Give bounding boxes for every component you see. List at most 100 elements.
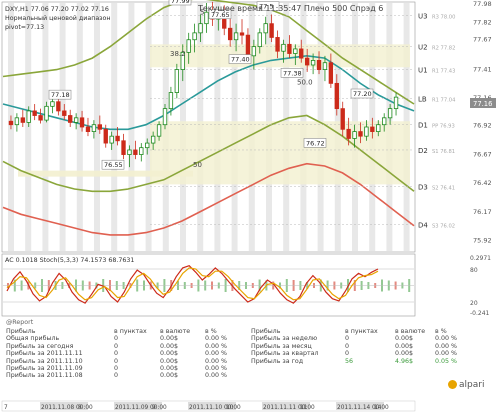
candle-body: [73, 117, 79, 123]
candle-body: [393, 96, 399, 110]
row-percent-right-year: 0.05 %: [435, 357, 458, 365]
candle-body: [334, 82, 339, 110]
osc-tick-label: -0.241: [470, 310, 490, 317]
session-stripe: [59, 3, 66, 251]
candle-body: [281, 43, 286, 52]
candle-body: [44, 105, 49, 121]
candle-body: [263, 23, 268, 34]
candle-body: [233, 32, 239, 41]
osc-tick-label: 0.2971: [470, 255, 491, 262]
level-name-D2: D2: [418, 147, 428, 155]
osc-tick-label: 20: [470, 300, 478, 307]
y-tick-label: 76.17: [473, 208, 492, 216]
level-name-U3: U3: [418, 13, 428, 21]
price-label: 77.99: [171, 0, 190, 5]
candle-body: [97, 124, 103, 130]
session-stripe: [25, 3, 32, 251]
pivot-label: pivot=77.13: [5, 24, 44, 31]
row-percent-right: 0.00 %: [435, 335, 458, 343]
candle-body: [79, 117, 85, 128]
price-label: 76.55: [104, 161, 123, 169]
candle-body: [26, 110, 31, 123]
y-tick-label: 77.98: [473, 0, 492, 8]
row-currency: 0.00$: [160, 364, 179, 372]
percent-header: в %: [205, 328, 217, 335]
row-points: 0: [114, 335, 119, 343]
row-currency: 0.00$: [160, 372, 179, 380]
candle-body: [139, 147, 144, 155]
level-price-D3: S2 76.41: [432, 186, 455, 192]
candle-body: [257, 32, 262, 48]
candle-body: [145, 142, 150, 149]
candle-body: [192, 32, 197, 41]
row-label-right: Прибыль за неделю: [251, 335, 318, 343]
candle-body: [275, 37, 280, 52]
row-points-right: 0: [345, 350, 350, 358]
level-price-U2: R2 77.82: [432, 46, 455, 52]
row-currency-right-year: 4.96$: [395, 357, 414, 365]
row-percent: 0.00 %: [205, 357, 228, 365]
level-name-D3: D3: [418, 184, 428, 192]
candle-body: [227, 27, 233, 41]
row-percent: 0.00 %: [205, 372, 228, 380]
candle-body: [68, 115, 73, 123]
candle-body: [346, 128, 351, 139]
row-label: Прибыль за 2011.11.11: [6, 350, 83, 358]
y-axis-labels: U3 R3 78.00 U2 R2 77.82 U1 R1 77.43 LB R1 77.04…: [418, 0, 492, 245]
candle-body: [251, 46, 257, 57]
candle-body: [109, 135, 114, 144]
fib-label: 50.0: [297, 79, 313, 87]
server-time-info: Текущее время 11:35:47 Плечо 500 Спрэд 6: [197, 4, 383, 13]
row-currency-right: 0.00$: [395, 342, 414, 350]
fib-label: 50: [193, 161, 202, 169]
row-points-right: 0: [345, 335, 350, 343]
price-label: 76.72: [306, 139, 325, 147]
candle-body: [50, 101, 55, 107]
candle-body: [168, 92, 174, 110]
report-title: @Report: [6, 319, 34, 326]
candle-body: [115, 135, 120, 142]
report-panel: @Report Прибыль Общая прибыль Прибыль за…: [2, 319, 472, 396]
row-currency-right: 0.00$: [395, 335, 414, 343]
level-name-U1: U1: [418, 67, 428, 75]
level-name-D1: D1: [418, 122, 428, 130]
time-label: 10: [226, 405, 234, 411]
row-points: 0: [114, 350, 119, 358]
currency-header-right: в валюте: [395, 328, 426, 335]
candle-body: [352, 131, 357, 139]
level-price-D4: S3 76.02: [432, 224, 455, 230]
candle-body: [14, 117, 20, 126]
candle-body: [156, 124, 162, 137]
row-currency: 0.00$: [160, 357, 179, 365]
row-percent: 0.00 %: [205, 342, 228, 350]
oscillator-y-labels: 0.2971 80 20 -0.241: [470, 255, 491, 317]
row-label: Общая прибыль: [6, 335, 60, 343]
brand-logo-icon: [448, 380, 457, 389]
time-axis: 7 2011.11.08 00:008 2011.11.09 00:009 2011.…: [1, 400, 416, 412]
candle-body: [186, 39, 191, 53]
right-percent-col: в % 0.00 % 0.00 % 0.00 % 0.05 %: [435, 328, 457, 365]
candle-body: [328, 62, 334, 84]
percent-header-right: в %: [435, 328, 447, 335]
candle-body: [304, 57, 310, 66]
y-tick-label: 77.41: [473, 65, 492, 73]
row-label: Прибыль за 2011.11.10: [6, 357, 83, 365]
candle-body: [245, 34, 251, 57]
candle-body: [376, 124, 381, 132]
fib-label: 38.2: [170, 50, 186, 58]
price-label: 77.20: [353, 90, 372, 98]
level-price-U1: R1 77.43: [432, 69, 455, 75]
candle-body: [322, 62, 328, 70]
candle-body: [204, 11, 209, 25]
price-label: 77.40: [231, 56, 250, 64]
candle-body: [127, 149, 132, 155]
session-stripe: [128, 3, 135, 251]
candle-body: [62, 110, 67, 116]
right-labels-col: Прибыль Прибыль за неделю Прибыль за мес…: [251, 328, 319, 365]
row-label-right: Прибыль за квартал: [251, 350, 319, 358]
candle-body: [56, 101, 61, 112]
points-header-right: в пунктах: [345, 328, 378, 335]
row-currency-right: 0.00$: [395, 350, 414, 358]
right-points-col: в пунктах 0 0 0 56: [345, 328, 378, 365]
time-label: 7: [4, 405, 8, 411]
